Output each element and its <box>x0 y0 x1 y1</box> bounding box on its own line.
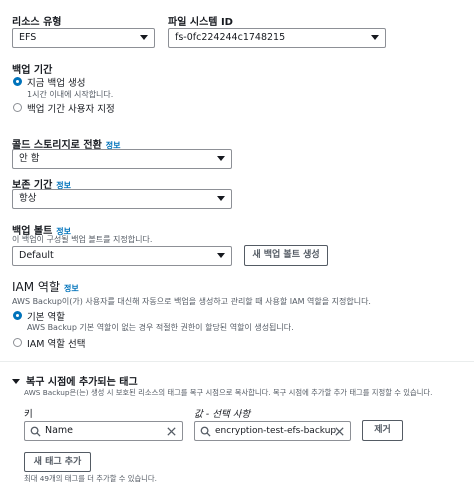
remove-tag-button[interactable]: 제거 <box>362 420 403 441</box>
resource-type-label: 리소스 유형 <box>12 17 62 28</box>
create-vault-button[interactable]: 새 백업 볼트 생성 <box>244 245 328 266</box>
caret-down-icon <box>12 379 20 384</box>
tags-description: AWS Backup은(는) 생성 시 보호된 리소스의 태그를 복구 시점으로… <box>24 388 433 397</box>
chevron-down-icon <box>217 156 225 161</box>
iam-info-link[interactable]: 정보 <box>64 284 79 293</box>
chevron-down-icon <box>217 196 225 201</box>
backup-now-label: 지금 백업 생성 <box>27 78 86 89</box>
backup-window-label: 백업 기간 <box>12 65 53 76</box>
iam-description: AWS Backup이(가) 사용자를 대신해 자동으로 백업을 생성하고 관리… <box>12 297 371 306</box>
vault-value: Default <box>19 250 54 261</box>
file-system-id-select[interactable]: fs-0fc224244c1748215 <box>168 28 386 48</box>
default-role-label: 기본 역할 <box>27 312 65 323</box>
cold-storage-value: 안 함 <box>19 153 40 164</box>
cold-storage-select[interactable]: 안 함 <box>12 149 232 169</box>
section-divider <box>0 361 474 362</box>
backup-now-description: 1시간 이내에 시작합니다. <box>27 90 114 99</box>
resource-type-value: EFS <box>19 32 37 43</box>
iam-role-heading: IAM 역할 정보 <box>12 278 79 295</box>
default-role-description: AWS Backup 기본 역할이 없는 경우 적절한 권한이 할당된 역할이 … <box>27 323 294 332</box>
tag-value-label: 값 - 선택 사항 <box>194 409 251 420</box>
vault-select[interactable]: Default <box>12 246 232 266</box>
tag-value-value: encryption-test-efs-backup <box>215 426 337 436</box>
add-tag-button[interactable]: 새 태그 추가 <box>24 452 91 472</box>
custom-window-radio[interactable] <box>13 103 22 112</box>
custom-window-label: 백업 기간 사용자 지정 <box>27 104 115 115</box>
vault-description: 이 백업이 구성될 백업 볼트를 지정합니다. <box>12 235 153 244</box>
tag-value-input[interactable]: encryption-test-efs-backup <box>194 421 351 441</box>
clear-icon[interactable] <box>334 426 345 437</box>
chevron-down-icon <box>217 253 225 258</box>
file-system-id-value: fs-0fc224244c1748215 <box>175 32 286 43</box>
choose-role-label: IAM 역할 선택 <box>27 339 86 350</box>
search-icon <box>200 426 211 437</box>
retention-select[interactable]: 항상 <box>12 189 232 209</box>
default-role-radio[interactable] <box>13 311 22 320</box>
resource-type-select[interactable]: EFS <box>12 28 155 48</box>
retention-value: 항상 <box>19 193 37 204</box>
tag-key-input[interactable]: Name <box>24 421 183 441</box>
clear-icon[interactable] <box>166 426 177 437</box>
iam-role-heading-text: IAM 역할 <box>12 280 60 294</box>
tag-limit-text: 최대 49개의 태그를 더 추가할 수 있습니다. <box>24 474 157 483</box>
chevron-down-icon <box>371 35 379 40</box>
tags-header-text: 복구 시점에 추가되는 태그 <box>26 377 138 388</box>
tags-section-header[interactable]: 복구 시점에 추가되는 태그 <box>12 373 138 388</box>
search-icon <box>30 426 41 437</box>
backup-now-radio[interactable] <box>13 77 22 86</box>
tag-key-label: 키 <box>24 409 33 420</box>
choose-role-radio[interactable] <box>13 338 22 347</box>
chevron-down-icon <box>140 35 148 40</box>
tag-key-value: Name <box>45 425 74 436</box>
file-system-id-label: 파일 시스템 ID <box>168 17 233 28</box>
